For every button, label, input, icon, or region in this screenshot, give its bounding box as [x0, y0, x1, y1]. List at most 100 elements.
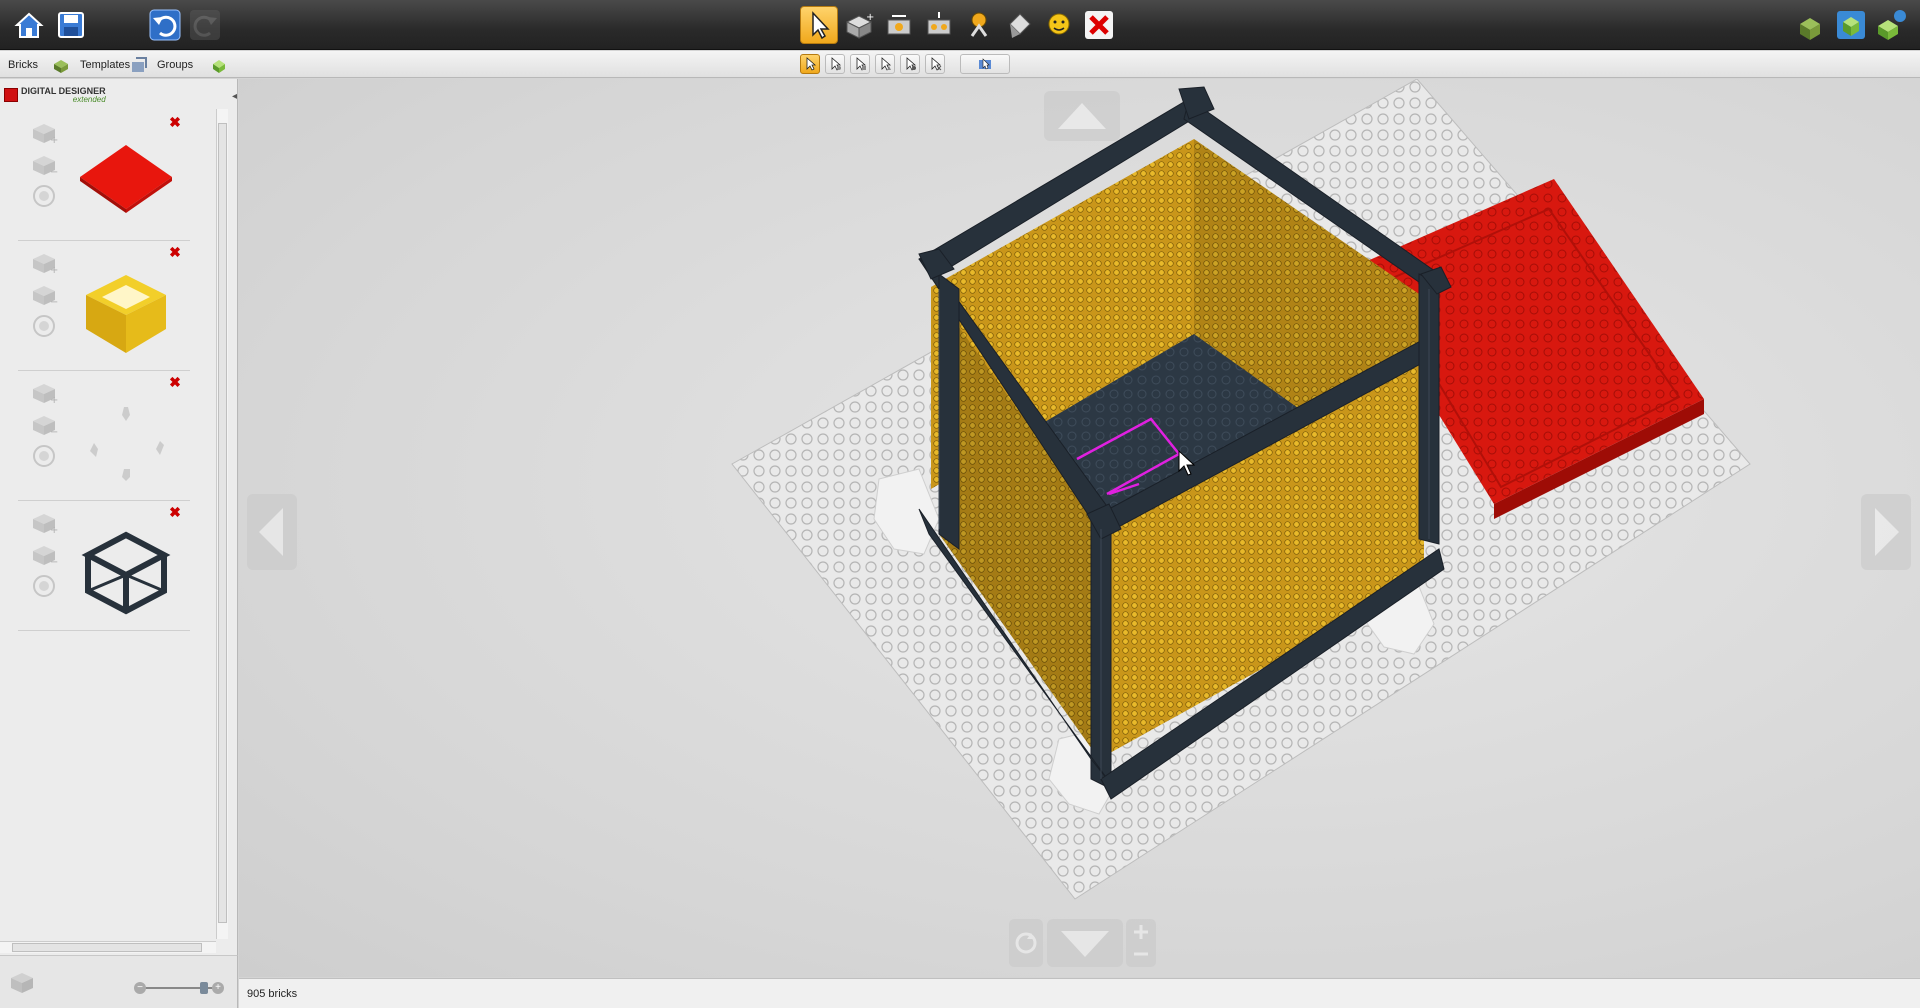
zoom-minus-icon[interactable]: −	[134, 982, 146, 994]
delete-group-icon[interactable]: ✖	[168, 505, 182, 519]
svg-text:+: +	[50, 525, 58, 535]
home-icon	[14, 12, 44, 38]
camera-up-arrow[interactable]	[1044, 91, 1120, 141]
single-select-button[interactable]	[800, 54, 820, 74]
redo-icon	[190, 10, 220, 40]
add-to-group-icon[interactable]: +	[30, 249, 58, 276]
view-mode-button[interactable]	[1832, 6, 1870, 44]
flex-icon	[970, 12, 988, 37]
svg-text:−: −	[50, 557, 58, 567]
redo-button[interactable]	[186, 6, 224, 44]
instructions-mode-button[interactable]	[1872, 6, 1910, 44]
add-to-group-icon[interactable]: +	[30, 119, 58, 146]
delete-group-icon[interactable]: ✖	[168, 115, 182, 129]
cursor-icon	[812, 11, 830, 40]
svg-text:+: +	[50, 395, 58, 405]
hinge-tool-button[interactable]	[880, 6, 918, 44]
zoom-plus-icon[interactable]: +	[212, 982, 224, 994]
connected-select-icon	[831, 57, 842, 71]
dark-frame-thumbnail	[76, 521, 176, 621]
delete-tool-button[interactable]	[1080, 6, 1118, 44]
instructions-icon	[1878, 10, 1906, 40]
brick-count: 905 bricks	[247, 988, 298, 1000]
paint-tool-button[interactable]	[1000, 6, 1038, 44]
camera-left-arrow[interactable]	[247, 494, 297, 570]
scene-canvas[interactable]	[239, 79, 1920, 977]
connected-select-button[interactable]	[825, 54, 845, 74]
remove-from-group-icon[interactable]: −	[30, 411, 58, 438]
logo-subtitle: extended	[72, 94, 106, 104]
hide-tool-button[interactable]	[1040, 6, 1078, 44]
svg-text:+: +	[50, 265, 58, 275]
color-shape-select-icon	[906, 57, 917, 71]
paint-bucket-icon	[1009, 13, 1031, 38]
select-tool-button[interactable]	[800, 6, 838, 44]
shape-select-icon	[881, 57, 892, 71]
zoom-handle[interactable]	[200, 982, 208, 994]
vertical-scroll-thumb[interactable]	[218, 123, 227, 923]
color-select-icon	[856, 57, 867, 71]
svg-text:+: +	[50, 135, 58, 145]
clone-brick-icon: +	[845, 12, 874, 39]
invert-select-icon	[931, 57, 942, 71]
select-group-icon[interactable]	[30, 313, 58, 339]
undo-button[interactable]	[146, 6, 184, 44]
save-icon	[58, 12, 84, 38]
group-select-button[interactable]	[960, 54, 1010, 74]
group-item[interactable]: + − ✖	[18, 501, 190, 631]
minifig-head-icon	[1048, 13, 1070, 35]
save-button[interactable]	[52, 6, 90, 44]
tab-groups[interactable]: Groups	[157, 56, 193, 74]
camera-down-arrow[interactable]	[1047, 919, 1123, 967]
select-group-icon[interactable]	[30, 573, 58, 599]
tab-bricks[interactable]: Bricks	[8, 56, 38, 74]
hinge-align-icon	[927, 12, 951, 35]
remove-from-group-icon[interactable]: −	[30, 281, 58, 308]
color-select-button[interactable]	[850, 54, 870, 74]
group-list: + − ✖ + − ✖ + − ✖ + − ✖	[18, 111, 190, 911]
select-group-icon[interactable]	[30, 183, 58, 209]
delete-group-icon[interactable]: ✖	[168, 245, 182, 259]
flex-tool-button[interactable]	[960, 6, 998, 44]
horizontal-scroll-thumb[interactable]	[12, 943, 202, 952]
build-mode-icon	[1800, 18, 1820, 40]
panel-footer: − +	[0, 955, 238, 1008]
brick-palette-icon[interactable]	[8, 968, 36, 996]
remove-from-group-icon[interactable]: −	[30, 541, 58, 568]
bricks-tab-icon[interactable]	[52, 56, 70, 74]
add-to-group-icon[interactable]: +	[30, 509, 58, 536]
white-pieces-thumbnail	[76, 391, 176, 491]
camera-zoom-controls[interactable]	[1126, 919, 1156, 967]
color-shape-select-button[interactable]	[900, 54, 920, 74]
view-mode-icon	[1837, 11, 1865, 39]
horizontal-scrollbar[interactable]	[0, 941, 216, 953]
select-group-icon[interactable]	[30, 443, 58, 469]
lego-digital-designer-logo: DIGITAL DESIGNER extended	[4, 85, 106, 105]
tab-templates[interactable]: Templates	[80, 56, 130, 74]
hinge-align-tool-button[interactable]	[920, 6, 958, 44]
templates-tab-icon[interactable]	[130, 56, 148, 74]
build-mode-button[interactable]	[1792, 6, 1830, 44]
home-button[interactable]	[10, 6, 48, 44]
group-item[interactable]: + − ✖	[18, 111, 190, 241]
undo-icon	[149, 9, 181, 41]
remove-from-group-icon[interactable]: −	[30, 151, 58, 178]
clone-tool-button[interactable]: +	[840, 6, 878, 44]
group-item[interactable]: + − ✖	[18, 241, 190, 371]
camera-right-arrow[interactable]	[1861, 494, 1911, 570]
secondary-toolbar: Bricks Templates Groups	[0, 51, 1920, 78]
camera-reset-button[interactable]	[1009, 919, 1043, 967]
vertical-scrollbar[interactable]	[216, 109, 228, 939]
invert-select-button[interactable]	[925, 54, 945, 74]
group-item[interactable]: + − ✖	[18, 371, 190, 501]
3d-viewport[interactable]	[239, 79, 1920, 977]
svg-text:−: −	[50, 297, 58, 307]
yellow-box-thumbnail	[76, 261, 176, 361]
delete-group-icon[interactable]: ✖	[168, 375, 182, 389]
hinge-icon	[887, 15, 911, 35]
add-to-group-icon[interactable]: +	[30, 379, 58, 406]
thumbnail-zoom-slider[interactable]: − +	[134, 982, 224, 994]
shape-select-button[interactable]	[875, 54, 895, 74]
delete-x-icon	[1085, 11, 1113, 39]
groups-tab-icon[interactable]	[210, 56, 228, 74]
